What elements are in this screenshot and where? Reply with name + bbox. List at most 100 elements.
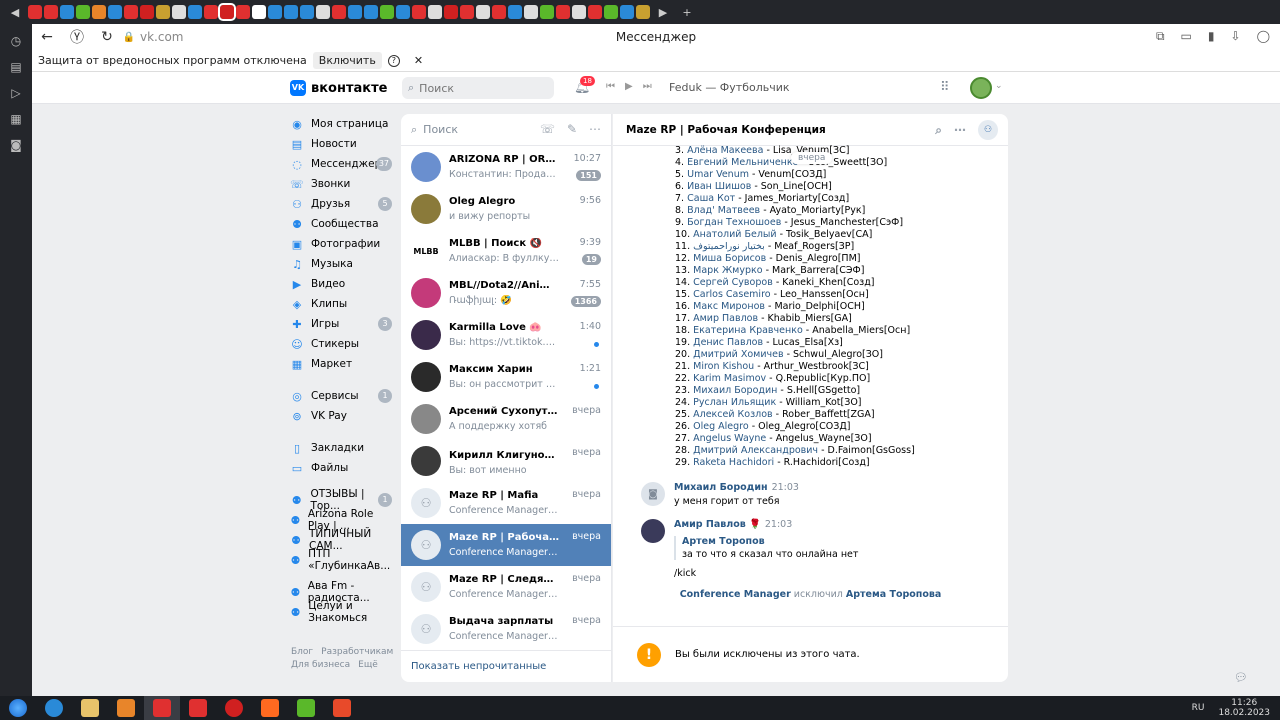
reply-quote[interactable]: Артем Торопов за то что я сказал что онл… (674, 536, 991, 560)
chat-item[interactable]: ARIZONA RP | ORION | ИГ... Константин: Пр… (401, 146, 611, 188)
more-icon[interactable]: ⋯ (589, 122, 601, 136)
message-author[interactable]: Амир Павлов 🌹 (674, 519, 761, 530)
reload-icon[interactable]: ↻ (92, 29, 122, 45)
new-call-icon[interactable]: ☏ (540, 122, 555, 136)
browser-tab[interactable] (108, 5, 122, 19)
browser-tab[interactable] (218, 3, 236, 21)
member-link[interactable]: Angelus Wayne (693, 433, 766, 444)
show-unread-link[interactable]: Показать непрочитанные (401, 650, 611, 682)
history-icon[interactable]: ◷ (7, 32, 25, 50)
system-actor[interactable]: Conference Manager (680, 589, 791, 600)
next-track-icon[interactable]: ⏭ (643, 81, 652, 92)
browser-tab[interactable] (236, 5, 250, 19)
member-link[interactable]: Сергей Суворов (693, 277, 773, 288)
sidebar-item[interactable]: ☺ Стикеры (290, 334, 394, 354)
explorer-icon[interactable] (72, 696, 108, 720)
member-link[interactable]: Дмитрий Александрович (693, 445, 818, 456)
close-icon[interactable]: ✕ (414, 54, 423, 67)
reader-icon[interactable]: ▭ (1181, 29, 1192, 44)
member-link[interactable]: Богдан Техношоев (687, 217, 781, 228)
member-link[interactable]: Иван Шишов (687, 181, 751, 192)
browser-tab[interactable] (460, 5, 474, 19)
browser-tab[interactable] (476, 5, 490, 19)
current-track[interactable]: Feduk — Футбольчик (669, 81, 790, 94)
browser-tab[interactable] (60, 5, 74, 19)
browser-tab[interactable] (428, 5, 442, 19)
back-icon[interactable]: ← (32, 29, 62, 45)
browser-tab[interactable] (44, 5, 58, 19)
browser-tab[interactable] (540, 5, 554, 19)
system-target[interactable]: Артема Торопова (846, 589, 941, 600)
sidebar-item[interactable]: ⚉ Arizona Role Play | ... (290, 508, 394, 532)
member-link[interactable]: Влад' Матвеев (687, 205, 760, 216)
browser-tab[interactable] (508, 5, 522, 19)
browser-tab[interactable] (444, 5, 458, 19)
browser-tab[interactable] (252, 5, 266, 19)
member-link[interactable]: Екатерина Кравченко (693, 325, 803, 336)
member-link[interactable]: Амир Павлов (693, 313, 758, 324)
chat-item[interactable]: Oleg Alegro и вижу репорты 9:56 (401, 188, 611, 230)
sidebar-item[interactable]: ▶ Видео (290, 274, 394, 294)
tabs-scroll-left-icon[interactable]: ◀ (4, 6, 26, 19)
avatar[interactable] (641, 519, 665, 543)
vk-logo[interactable]: VK вконтакте (290, 80, 387, 96)
lock-icon[interactable]: 🔒 (122, 32, 136, 43)
member-link[interactable]: Umar Venum (687, 169, 749, 180)
sidebar-item[interactable]: ◈ Клипы (290, 294, 394, 314)
member-link[interactable]: Miron Kishou (693, 361, 754, 372)
chat-search-input[interactable]: Поиск (423, 123, 458, 136)
chevron-down-icon[interactable]: ⌄ (995, 81, 1003, 91)
conversation-title[interactable]: Maze RP | Рабочая Конференция (626, 124, 826, 136)
chat-item[interactable]: ⚇ Выдача зарплаты Conference Manager исклю… (401, 608, 611, 650)
footer-link[interactable]: Для бизнеса (291, 660, 350, 670)
yandex-icon[interactable]: Ⓨ (62, 27, 92, 47)
browser-tab[interactable] (332, 5, 346, 19)
member-link[interactable]: Михаил Бородин (693, 385, 777, 396)
media-icon[interactable]: ▷ (7, 84, 25, 102)
browser-tab[interactable] (348, 5, 362, 19)
notifications-bell-icon[interactable]: 🔔︎ 18 (574, 76, 595, 95)
browser-tab[interactable] (284, 5, 298, 19)
member-link[interactable]: Дмитрий Хомичев (693, 349, 783, 360)
browser-tab[interactable] (396, 5, 410, 19)
chat-item[interactable]: ⚇ Maze RP | Рабочая Конфе... Conference Ma… (401, 524, 611, 566)
browser-tab[interactable] (364, 5, 378, 19)
app-icon[interactable] (324, 696, 360, 720)
footer-link[interactable]: Разработчикам (321, 647, 393, 657)
browser-tab[interactable] (620, 5, 634, 19)
sidebar-item[interactable]: ▤ Новости (290, 134, 394, 154)
enable-protection-button[interactable]: Включить (312, 52, 382, 69)
browser-tab-strip[interactable]: ◀ ▶ + (0, 0, 1280, 24)
chat-item[interactable]: Karmilla Love 🐽 Вы: https://vt.tiktok.com… (401, 314, 611, 356)
clock[interactable]: 11:26 18.02.2023 (1218, 698, 1270, 718)
media-player-icon[interactable] (108, 696, 144, 720)
sidebar-item[interactable]: ⚉ ПТП «ГлубинкаАв... (290, 548, 394, 572)
sidebar-item[interactable]: ⚉ Сообщества (290, 214, 394, 234)
collections-icon[interactable]: ▤ (7, 58, 25, 76)
avatar[interactable]: ◙ (641, 482, 665, 506)
browser-tab[interactable] (140, 5, 154, 19)
member-link[interactable]: Марк Жмурко (693, 265, 762, 276)
bookmark-icon[interactable]: ▮ (1208, 29, 1215, 44)
user-avatar[interactable] (970, 77, 992, 99)
sidebar-item[interactable]: ◌ Мессенджер 37 (290, 154, 394, 174)
utorrent-icon[interactable] (288, 696, 324, 720)
url-text[interactable]: vk.com (140, 30, 184, 44)
member-link[interactable]: بختیار نوراحمیتوف (693, 241, 765, 252)
sidebar-item[interactable]: ⚉ ТИПИЧНЫЙ САМ... (290, 528, 394, 552)
footer-link[interactable]: Блог (291, 647, 313, 657)
opera-icon[interactable] (216, 696, 252, 720)
sidebar-item[interactable]: ◉ Моя страница (290, 114, 394, 134)
chat-item[interactable]: MLBB MLBB | Поиск 🔇 Алиаскар: В фуллку нуж… (401, 230, 611, 272)
yandex-browser-icon[interactable] (144, 696, 180, 720)
header-search[interactable]: ⌕ (402, 77, 554, 99)
yandex-icon[interactable] (180, 696, 216, 720)
sidebar-item[interactable]: ▭ Файлы (290, 458, 394, 478)
chat-item[interactable]: Кирилл Клигунов 🅱 Вы: вот именно вчера (401, 440, 611, 482)
message-author[interactable]: Михаил Бородин (674, 482, 768, 493)
sidebar-item[interactable]: ▯ Закладки (290, 438, 394, 458)
translate-icon[interactable]: ⧉ (1156, 29, 1165, 44)
browser-tab[interactable] (556, 5, 570, 19)
tabs-scroll-right-icon[interactable]: ▶ (652, 6, 674, 19)
chat-item[interactable]: ⚇ Maze RP | Следящие Conference Manager ис… (401, 566, 611, 608)
